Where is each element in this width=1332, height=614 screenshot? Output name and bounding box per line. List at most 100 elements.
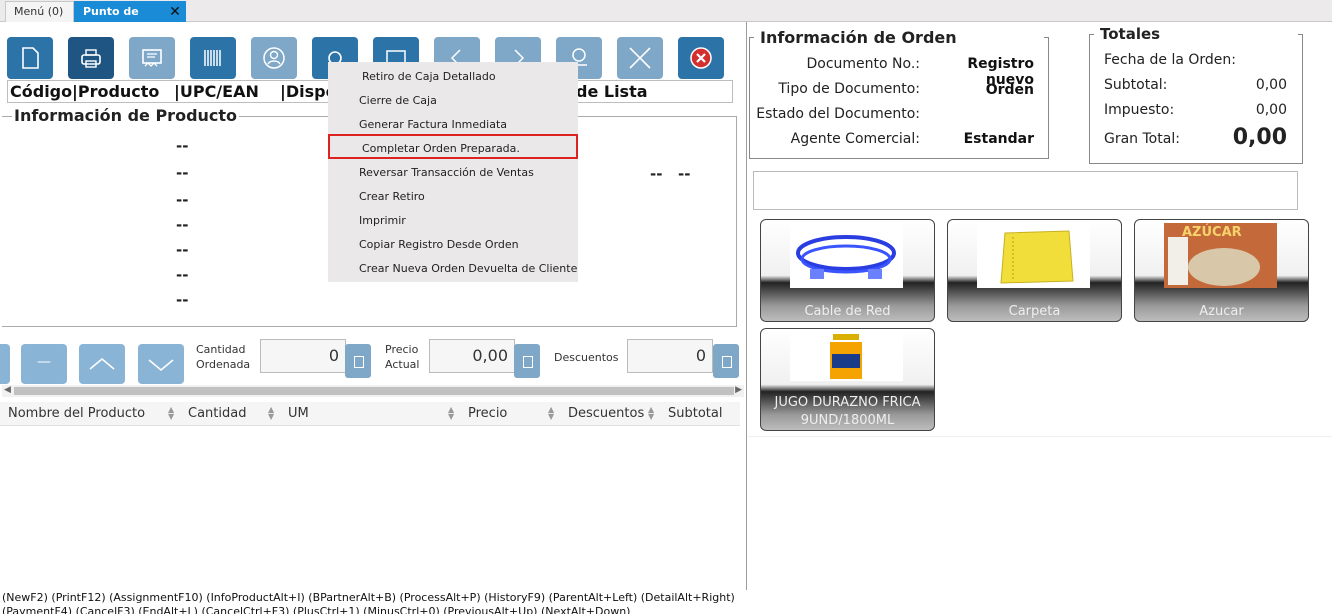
sort-icon[interactable]: ▲ ▼ bbox=[648, 406, 654, 421]
print-icon bbox=[81, 49, 101, 68]
product-field-value: -- bbox=[176, 137, 189, 155]
product-field-value: -- bbox=[176, 241, 189, 259]
exit-button[interactable] bbox=[678, 37, 724, 79]
menu-item-retiro-caja-detallado[interactable]: Retiro de Caja Detallado bbox=[362, 70, 496, 83]
down-button[interactable] bbox=[138, 344, 184, 384]
info-product-button[interactable] bbox=[190, 37, 236, 79]
header-nombre-producto[interactable]: Nombre del Producto bbox=[8, 406, 145, 421]
sort-icon[interactable]: ▲ ▼ bbox=[448, 406, 454, 421]
product-name: Carpeta bbox=[1008, 304, 1061, 319]
product-field-value: -- bbox=[176, 216, 189, 234]
close-icon bbox=[629, 47, 651, 69]
menu-selection-highlight bbox=[328, 134, 578, 159]
process-context-menu: Retiro de Caja Detallado Cierre de Caja … bbox=[328, 62, 578, 282]
sort-icon[interactable]: ▲ ▼ bbox=[168, 406, 174, 421]
product-card-jugo-durazno[interactable]: JUGO DURAZNO FRICA 9UND/1800ML bbox=[760, 328, 935, 431]
product-quick-search[interactable] bbox=[753, 171, 1298, 210]
descuentos-label: Descuentos bbox=[554, 351, 619, 364]
precio-calculator-button[interactable] bbox=[514, 344, 540, 378]
assignment-button[interactable] bbox=[129, 37, 175, 79]
precio-label: Precio Actual bbox=[385, 342, 419, 372]
gran-total-value: 0,00 bbox=[1232, 125, 1287, 150]
minus-icon: — bbox=[37, 354, 51, 370]
sort-icon[interactable]: ▲ ▼ bbox=[548, 406, 554, 421]
up-button[interactable] bbox=[79, 344, 125, 384]
product-card-carpeta[interactable]: Carpeta bbox=[947, 219, 1122, 322]
product-card-cable-de-red[interactable]: Cable de Red bbox=[760, 219, 935, 322]
product-price-value: -- bbox=[650, 165, 663, 183]
cancel-button[interactable] bbox=[617, 37, 663, 79]
header-um[interactable]: UM bbox=[288, 406, 309, 421]
tipo-documento-label: Tipo de Documento: bbox=[778, 81, 920, 97]
descuentos-calculator-button[interactable] bbox=[713, 344, 739, 378]
agente-comercial-label: Agente Comercial: bbox=[790, 131, 920, 147]
subtotal-value: 0,00 bbox=[1255, 77, 1287, 93]
plus-button[interactable] bbox=[0, 344, 10, 384]
menu-item-copiar-registro[interactable]: Copiar Registro Desde Orden bbox=[359, 238, 519, 251]
shortcuts-line-2: (PaymentF4) (CancelF3) (EndAlt+L) (Cance… bbox=[2, 605, 631, 614]
chevron-down-icon bbox=[148, 359, 174, 371]
cantidad-label-line2: Ordenada bbox=[196, 358, 251, 371]
product-image bbox=[977, 223, 1090, 288]
menu-item-crear-orden-devuelta[interactable]: Crear Nueva Orden Devuelta de Cliente bbox=[359, 262, 577, 275]
shortcuts-line-1: (NewF2) (PrintF12) (AssignmentF10) (Info… bbox=[2, 591, 735, 604]
product-field-value: -- bbox=[176, 191, 189, 209]
menu-item-reversar-transaccion[interactable]: Reversar Transacción de Ventas bbox=[359, 166, 534, 179]
product-image: AZÚCAR bbox=[1164, 223, 1277, 288]
order-lines-header: Nombre del Producto ▲ ▼ Cantidad ▲ ▼ UM ▲ ▼… bbox=[0, 402, 740, 426]
header-subtotal[interactable]: Subtotal bbox=[668, 406, 722, 421]
bpartner-button[interactable] bbox=[251, 37, 297, 79]
tab-punto-de-venta-label: Punto de Venta bbox=[83, 5, 139, 38]
cantidad-label-line1: Cantidad bbox=[196, 343, 246, 356]
precio-label-line2: Actual bbox=[385, 358, 420, 371]
menu-item-generar-factura[interactable]: Generar Factura Inmediata bbox=[359, 118, 507, 131]
tab-bar: Menú (0) Punto de Venta ✕ bbox=[0, 0, 1332, 38]
cantidad-input[interactable]: 0 bbox=[260, 339, 346, 373]
header-descuentos[interactable]: Descuentos bbox=[568, 406, 644, 421]
gran-total-label: Gran Total: bbox=[1104, 131, 1180, 147]
horizontal-scrollbar[interactable]: ◀ ▶ bbox=[2, 385, 744, 397]
close-tab-icon[interactable]: ✕ bbox=[167, 3, 183, 21]
product-name: Azucar bbox=[1199, 304, 1244, 319]
product-stock-value: -- bbox=[678, 165, 691, 183]
product-field-value: -- bbox=[176, 164, 189, 182]
precio-input[interactable]: 0,00 bbox=[429, 339, 515, 373]
product-field-value: -- bbox=[176, 291, 189, 309]
panel-divider[interactable] bbox=[746, 22, 747, 590]
cantidad-label: Cantidad Ordenada bbox=[196, 342, 250, 372]
impuesto-value: 0,00 bbox=[1255, 102, 1287, 118]
order-info-title: Información de Orden bbox=[760, 28, 957, 47]
sort-icon[interactable]: ▲ ▼ bbox=[268, 406, 274, 421]
fecha-orden-label: Fecha de la Orden: bbox=[1104, 52, 1236, 68]
scroll-right-icon[interactable]: ▶ bbox=[735, 385, 742, 395]
product-name-line1: JUGO DURAZNO FRICA bbox=[774, 395, 921, 410]
cantidad-calculator-button[interactable] bbox=[345, 344, 371, 378]
user-icon bbox=[263, 47, 285, 69]
product-field-value: -- bbox=[176, 266, 189, 284]
cancel-icon bbox=[690, 47, 712, 69]
product-image bbox=[790, 332, 903, 381]
header-precio[interactable]: Precio bbox=[468, 406, 507, 421]
header-cantidad[interactable]: Cantidad bbox=[188, 406, 246, 421]
scrollbar-thumb[interactable] bbox=[14, 387, 734, 395]
column-upc-ean: |UPC/EAN bbox=[174, 82, 259, 101]
agente-comercial-value: Estandar bbox=[963, 131, 1034, 147]
column-producto: |Producto bbox=[72, 82, 160, 101]
estado-documento-label: Estado del Documento: bbox=[756, 106, 920, 122]
print-button[interactable] bbox=[68, 37, 114, 79]
tipo-documento-value: Orden bbox=[985, 82, 1034, 98]
column-precio-lista: de Lista bbox=[576, 82, 648, 101]
new-button[interactable] bbox=[7, 37, 53, 79]
scroll-left-icon[interactable]: ◀ bbox=[4, 385, 11, 395]
product-image-text: AZÚCAR bbox=[1182, 225, 1242, 240]
minus-button[interactable]: — bbox=[21, 344, 67, 384]
menu-item-imprimir[interactable]: Imprimir bbox=[359, 214, 406, 227]
menu-item-cierre-caja[interactable]: Cierre de Caja bbox=[359, 94, 437, 107]
tab-menu[interactable]: Menú (0) bbox=[5, 1, 74, 22]
descuentos-input[interactable]: 0 bbox=[627, 339, 713, 373]
product-card-azucar[interactable]: AZÚCAR Azucar bbox=[1134, 219, 1309, 322]
subtotal-label: Subtotal: bbox=[1104, 77, 1168, 93]
tab-punto-de-venta[interactable]: Punto de Venta ✕ bbox=[74, 1, 186, 38]
menu-item-crear-retiro[interactable]: Crear Retiro bbox=[359, 190, 425, 203]
receipt-icon bbox=[142, 49, 162, 67]
